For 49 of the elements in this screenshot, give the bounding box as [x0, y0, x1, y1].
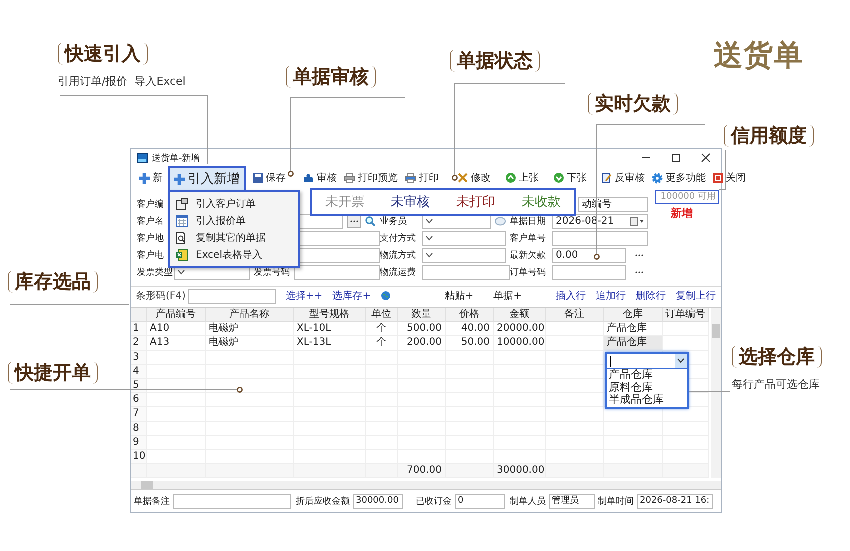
row-number: 10 — [131, 450, 147, 464]
field-label: 客户电 — [137, 250, 165, 262]
field-label: 订单号码 — [510, 266, 547, 279]
callout-title: 单据状态 — [450, 50, 540, 72]
field-label: 单据日期 — [510, 216, 547, 228]
callout-title: 单据审核 — [286, 66, 376, 88]
callout-subtitle: 每行产品可选仓库 — [732, 377, 821, 392]
field-label: 客户单号 — [510, 232, 547, 245]
status-label: 未打印 — [456, 194, 496, 211]
page-title: 送货单 — [714, 37, 804, 74]
row-number: 9 — [131, 436, 147, 450]
field-label: 折后应收金额 — [296, 496, 350, 508]
callout-title: 实时欠款 — [588, 93, 678, 115]
row-number: 2 — [131, 336, 147, 351]
callout-title: 快速引入 — [58, 43, 148, 65]
total-cell: 30000.00 — [494, 464, 546, 478]
status-label: 未审核 — [390, 194, 430, 211]
field-label: 物流方式 — [380, 250, 417, 262]
callout-title: 库存选品 — [8, 271, 98, 293]
total-cell: 700.00 — [398, 464, 446, 478]
field-label: 制单人员 — [510, 496, 546, 508]
row-number: 6 — [131, 393, 147, 408]
row-number: 3 — [131, 350, 147, 365]
barcode-label: 条形码(F4) — [136, 290, 186, 303]
callout-title: 快捷开单 — [8, 362, 98, 384]
field-label: 客户编 — [137, 198, 165, 211]
credit-note: 新增 — [671, 206, 693, 221]
field-label: 最新欠款 — [510, 250, 547, 262]
callout-title: 选择仓库 — [732, 346, 822, 368]
field-label: 单据备注 — [134, 496, 170, 508]
field-label: 发票号码 — [254, 267, 291, 279]
field-label: 支付方式 — [380, 232, 417, 245]
row-number: 1 — [131, 322, 147, 336]
field-label: 发票类型 — [137, 266, 174, 279]
row-number: 7 — [131, 407, 147, 422]
field-label: 已收订金 — [416, 496, 452, 508]
row-number: 4 — [131, 364, 147, 379]
callout-title: 信用额度 — [724, 125, 814, 147]
credit-field: 100000 可用 — [655, 190, 719, 204]
status-label: 未收款 — [522, 194, 561, 211]
field-label: 制单时间 — [598, 496, 634, 508]
row-number: 8 — [131, 422, 147, 436]
field-label: 客户地 — [137, 232, 165, 245]
field-label: 业务员 — [380, 216, 408, 228]
callout-subtitle: 引用订单/报价 导入Excel — [58, 74, 186, 89]
field-label: 物流运费 — [380, 266, 417, 279]
status-label: 未开票 — [325, 194, 364, 211]
field-label: 客户名 — [137, 216, 165, 228]
window-title: 送货单-新增 — [152, 152, 200, 164]
